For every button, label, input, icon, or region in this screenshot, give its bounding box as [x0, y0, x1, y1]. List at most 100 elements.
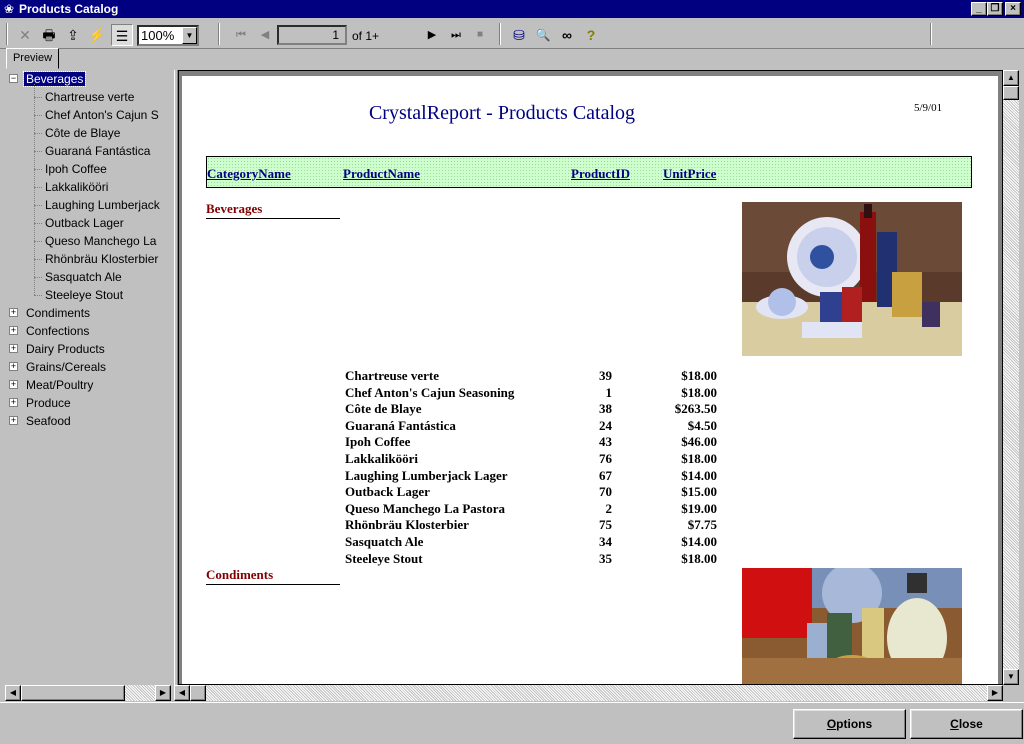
- product-id: 38: [599, 401, 612, 416]
- expand-icon[interactable]: +: [9, 398, 18, 407]
- tree-item-category[interactable]: Grains/Cereals: [24, 358, 108, 376]
- table-row: Lakkalikööri 76 $18.00: [182, 451, 998, 467]
- product-id: 70: [599, 484, 612, 499]
- expand-icon[interactable]: +: [9, 380, 18, 389]
- product-id: 39: [599, 368, 612, 383]
- unit-price: $18.00: [681, 551, 717, 566]
- table-row: Ipoh Coffee 43 $46.00: [182, 434, 998, 450]
- help-icon[interactable]: ?: [580, 24, 602, 46]
- restore-button[interactable]: ❐: [987, 2, 1003, 16]
- scroll-left-icon[interactable]: ◀: [5, 685, 21, 701]
- tree-item-category[interactable]: Confections: [24, 322, 91, 340]
- product-name: Rhönbräu Klosterbier: [345, 517, 469, 532]
- collapse-icon[interactable]: −: [9, 74, 18, 83]
- tree-item-product[interactable]: Rhönbräu Klosterbier: [43, 250, 160, 268]
- database-icon[interactable]: ⛁: [508, 24, 530, 46]
- tree-item-product[interactable]: Queso Manchego La: [43, 232, 158, 250]
- table-row: Chef Anton's Cajun Seasoning 1 $18.00: [182, 385, 998, 401]
- scroll-down-icon[interactable]: ▼: [1003, 669, 1019, 685]
- category-name-condiments[interactable]: Condiments: [206, 567, 340, 585]
- scroll-right-icon[interactable]: ▶: [987, 685, 1003, 701]
- beverages-image: [742, 202, 962, 356]
- unit-price: $15.00: [681, 484, 717, 499]
- product-id: 24: [599, 418, 612, 433]
- scroll-up-icon[interactable]: ▲: [1003, 70, 1019, 86]
- prev-page-icon[interactable]: ◀: [254, 24, 276, 46]
- report-vertical-scrollbar[interactable]: ▲ ▼: [1003, 70, 1019, 685]
- report-page: CrystalReport - Products Catalog 5/9/01 …: [182, 76, 998, 684]
- close-view-icon[interactable]: ✕: [14, 24, 36, 46]
- tree-item-product[interactable]: Steeleye Stout: [43, 286, 125, 304]
- stop-icon[interactable]: ■: [469, 24, 491, 46]
- export-icon[interactable]: ⇪: [62, 24, 84, 46]
- last-page-icon[interactable]: ⏭: [445, 24, 467, 46]
- expand-icon[interactable]: +: [9, 326, 18, 335]
- scroll-thumb[interactable]: [1003, 86, 1019, 100]
- tree-item-category[interactable]: Condiments: [24, 304, 92, 322]
- print-icon[interactable]: 🖶: [38, 24, 60, 46]
- tree-horizontal-scrollbar[interactable]: ◀ ▶: [5, 685, 171, 701]
- report-horizontal-scrollbar[interactable]: ◀ ▶: [174, 685, 1003, 701]
- tree-connector: [34, 205, 42, 206]
- table-row: Rhönbräu Klosterbier 75 $7.75: [182, 517, 998, 533]
- window-title: Products Catalog: [19, 2, 119, 16]
- binoculars-icon[interactable]: ∞: [556, 24, 578, 46]
- unit-price: $7.75: [687, 517, 717, 532]
- scroll-thumb[interactable]: [21, 685, 125, 701]
- scroll-left-icon[interactable]: ◀: [174, 685, 190, 701]
- tree-item-product[interactable]: Sasquatch Ale: [43, 268, 124, 286]
- product-name: Côte de Blaye: [345, 401, 422, 416]
- category-name-beverages[interactable]: Beverages: [206, 201, 340, 219]
- unit-price: $46.00: [681, 434, 717, 449]
- tree-item-category[interactable]: Seafood: [24, 412, 73, 430]
- scroll-thumb[interactable]: [190, 685, 206, 701]
- search-icon[interactable]: 🔍: [532, 24, 554, 46]
- tab-preview[interactable]: Preview: [6, 48, 59, 69]
- tree-item-product[interactable]: Côte de Blaye: [43, 124, 122, 142]
- tree-item-product[interactable]: Lakkalikööri: [43, 178, 110, 196]
- expand-icon[interactable]: +: [9, 416, 18, 425]
- product-name: Sasquatch Ale: [345, 534, 424, 549]
- scroll-right-icon[interactable]: ▶: [155, 685, 171, 701]
- group-tree: − Beverages Chartreuse verte Chef Anton's C…: [5, 70, 173, 685]
- tree-item-product[interactable]: Laughing Lumberjack: [43, 196, 162, 214]
- first-page-icon[interactable]: ⏮: [230, 24, 252, 46]
- header-category: CategoryName: [207, 166, 291, 181]
- product-id: 75: [599, 517, 612, 532]
- tree-item-label: Chartreuse verte: [45, 90, 135, 104]
- tree-item-product[interactable]: Ipoh Coffee: [43, 160, 109, 178]
- refresh-icon[interactable]: ⚡: [86, 24, 108, 46]
- tree-item-label: Guaraná Fantástica: [45, 144, 151, 158]
- close-button[interactable]: Close: [910, 709, 1023, 739]
- product-id: 1: [605, 385, 613, 400]
- tree-connector: [34, 241, 42, 242]
- page-number-field[interactable]: 1: [277, 25, 347, 45]
- product-name: Laughing Lumberjack Lager: [345, 468, 508, 483]
- next-page-icon[interactable]: ▶: [421, 24, 443, 46]
- tree-item-category[interactable]: Produce: [24, 394, 73, 412]
- zoom-select[interactable]: 100% ▼: [137, 25, 199, 46]
- tree-item-product[interactable]: Guaraná Fantástica: [43, 142, 152, 160]
- tree-item-category[interactable]: Meat/Poultry: [24, 376, 95, 394]
- chevron-down-icon[interactable]: ▼: [182, 27, 197, 44]
- table-row: Laughing Lumberjack Lager 67 $14.00: [182, 468, 998, 484]
- tree-item-category[interactable]: Dairy Products: [24, 340, 107, 358]
- tree-item-product[interactable]: Chef Anton's Cajun S: [43, 106, 161, 124]
- toolbar-separator: [218, 23, 220, 45]
- product-name: Guaraná Fantástica: [345, 418, 456, 433]
- tree-connector: [34, 277, 42, 278]
- group-tree-icon[interactable]: ☰: [111, 24, 133, 46]
- options-button[interactable]: Options: [793, 709, 906, 739]
- expand-icon[interactable]: +: [9, 362, 18, 371]
- zoom-value: 100%: [141, 28, 175, 43]
- expand-icon[interactable]: +: [9, 344, 18, 353]
- expand-icon[interactable]: +: [9, 308, 18, 317]
- product-id: 34: [599, 534, 612, 549]
- tree-item-product[interactable]: Outback Lager: [43, 214, 126, 232]
- toolbar-separator: [499, 23, 501, 45]
- tree-item-product[interactable]: Chartreuse verte: [43, 88, 136, 106]
- unit-price: $18.00: [681, 385, 717, 400]
- minimize-button[interactable]: _: [971, 2, 987, 16]
- close-window-button[interactable]: ×: [1005, 2, 1021, 16]
- tree-item-label: Grains/Cereals: [26, 360, 107, 374]
